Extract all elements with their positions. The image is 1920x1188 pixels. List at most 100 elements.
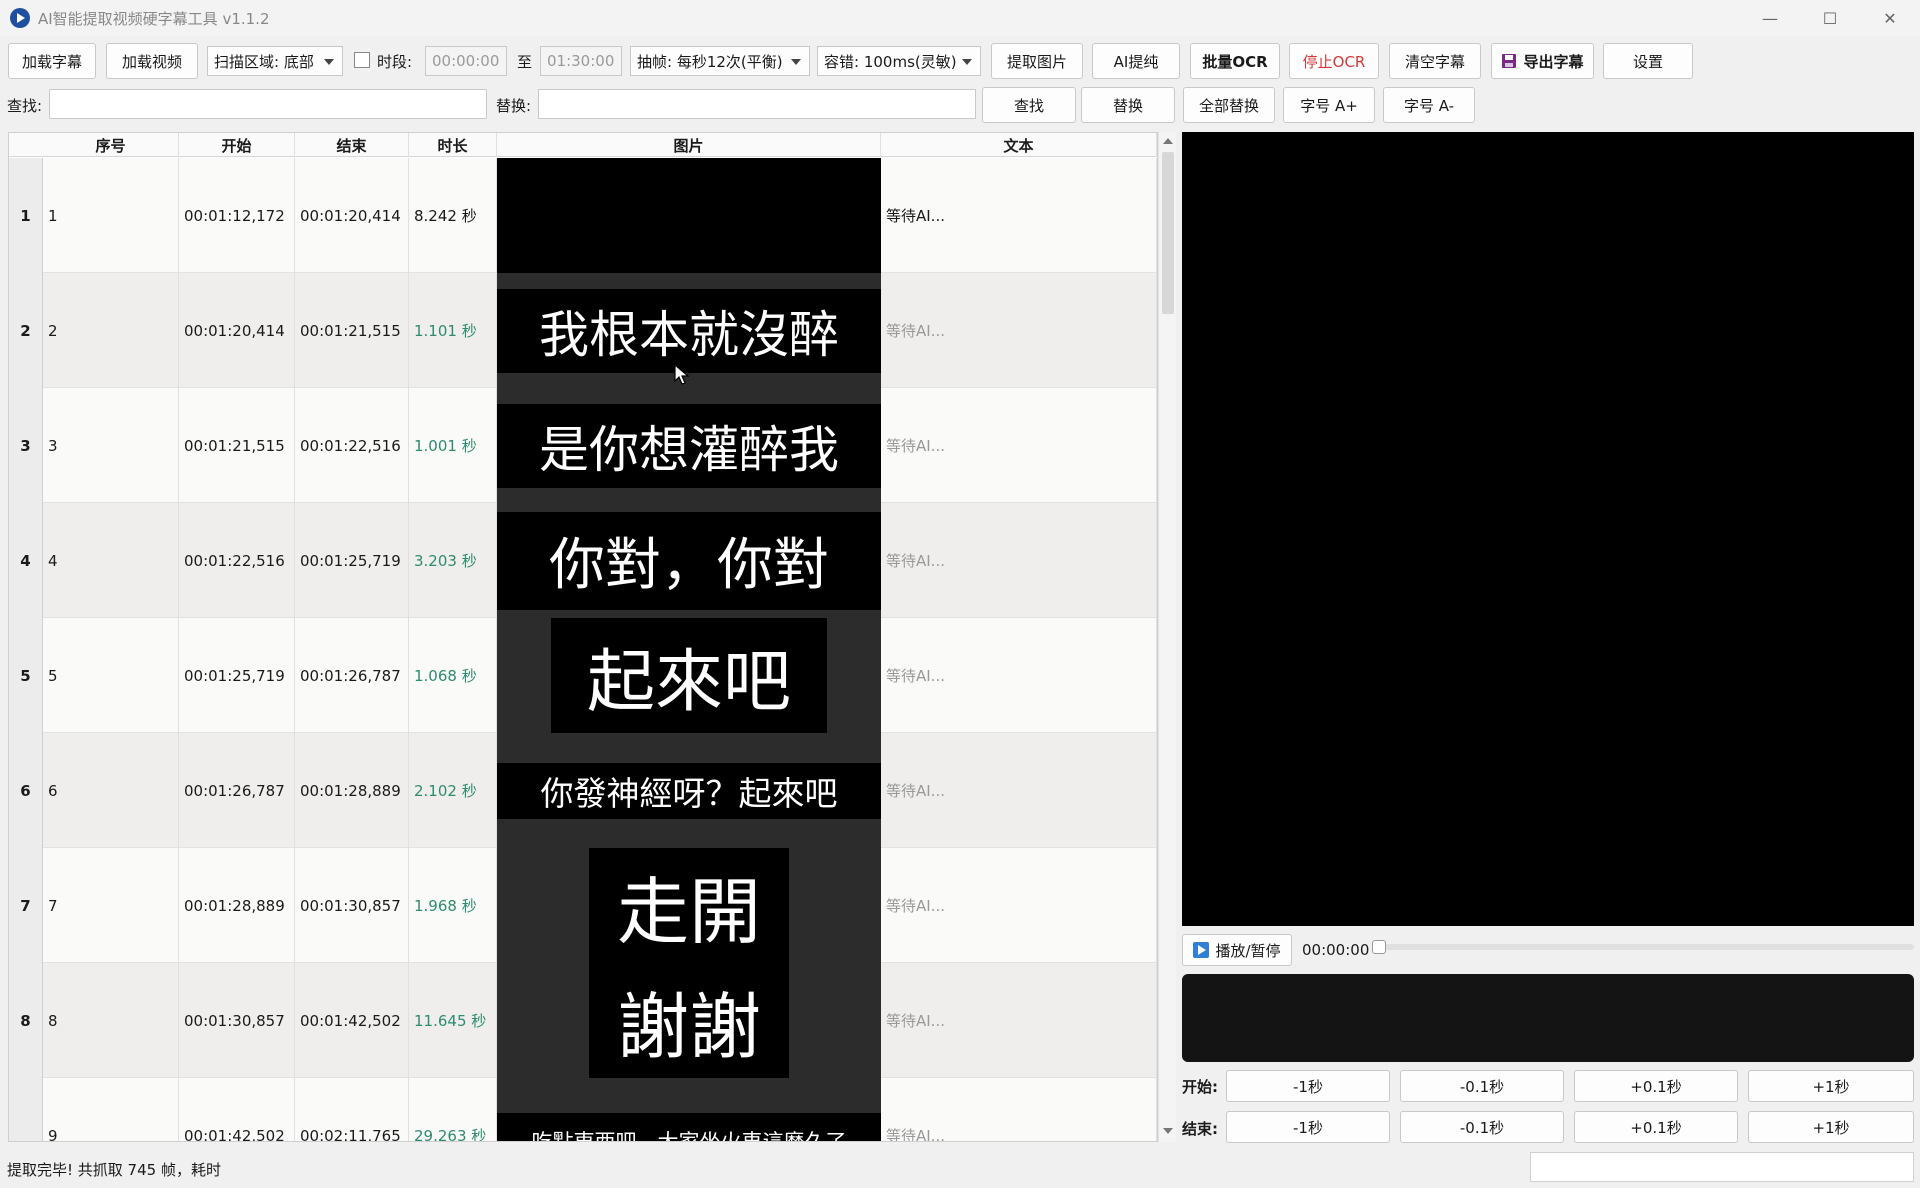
cell-index[interactable]: 9 xyxy=(43,1078,179,1141)
column-header-end[interactable]: 结束 xyxy=(295,133,409,157)
table-row[interactable]: 7 7 00:01:28,889 00:01:30,857 1.968 秒 走開… xyxy=(9,848,1157,963)
row-header[interactable]: 8 xyxy=(9,963,43,1078)
cell-duration[interactable]: 1.068 秒 xyxy=(409,618,497,733)
font-decrease-button[interactable]: 字号 A- xyxy=(1383,87,1475,123)
cell-index[interactable]: 5 xyxy=(43,618,179,733)
batch-ocr-button[interactable]: 批量OCR xyxy=(1190,43,1280,79)
cell-end[interactable]: 00:01:21,515 xyxy=(295,273,409,388)
segment-end-input[interactable]: 01:30:00 xyxy=(540,46,622,76)
export-subtitles-button[interactable]: 导出字幕 xyxy=(1491,43,1594,79)
load-subtitle-button[interactable]: 加载字幕 xyxy=(8,43,96,79)
font-increase-button[interactable]: 字号 A+ xyxy=(1283,87,1375,123)
cell-index[interactable]: 3 xyxy=(43,388,179,503)
cell-text[interactable]: 等待AI... xyxy=(881,503,1157,618)
cell-text[interactable]: 等待AI... xyxy=(881,848,1157,963)
table-row[interactable]: 2 2 00:01:20,414 00:01:21,515 1.101 秒 我根… xyxy=(9,273,1157,388)
ai-refine-button[interactable]: AI提纯 xyxy=(1092,43,1180,79)
playback-slider-thumb[interactable] xyxy=(1372,940,1386,954)
row-header[interactable]: 3 xyxy=(9,388,43,503)
row-header[interactable]: 4 xyxy=(9,503,43,618)
end-plus-1s-button[interactable]: +1秒 xyxy=(1748,1111,1914,1143)
cell-start[interactable]: 00:01:21,515 xyxy=(179,388,295,503)
table-row[interactable]: 3 3 00:01:21,515 00:01:22,516 1.001 秒 是你… xyxy=(9,388,1157,503)
find-button[interactable]: 查找 xyxy=(982,87,1076,123)
table-row[interactable]: 9 9 00:01:42,502 00:02:11,765 29.263 秒 吃… xyxy=(9,1078,1157,1141)
cell-end[interactable]: 00:01:30,857 xyxy=(295,848,409,963)
row-header[interactable]: 9 xyxy=(9,1078,43,1141)
cell-text[interactable]: 等待AI... xyxy=(881,158,1157,273)
scan-area-select[interactable]: 扫描区域: 底部 xyxy=(207,46,343,76)
video-preview[interactable] xyxy=(1182,132,1914,926)
cell-duration[interactable]: 1.101 秒 xyxy=(409,273,497,388)
start-minus-1s-button[interactable]: -1秒 xyxy=(1226,1070,1390,1102)
table-row[interactable]: 8 8 00:01:30,857 00:01:42,502 11.645 秒 謝… xyxy=(9,963,1157,1078)
cell-end[interactable]: 00:01:26,787 xyxy=(295,618,409,733)
column-header-text[interactable]: 文本 xyxy=(881,133,1157,157)
cell-end[interactable]: 00:01:22,516 xyxy=(295,388,409,503)
cell-text[interactable]: 等待AI... xyxy=(881,273,1157,388)
frame-rate-select[interactable]: 抽帧: 每秒12次(平衡) xyxy=(630,46,810,76)
row-header[interactable]: 2 xyxy=(9,273,43,388)
column-header-start[interactable]: 开始 xyxy=(179,133,295,157)
scrollbar-thumb[interactable] xyxy=(1162,152,1174,314)
playback-slider-track[interactable] xyxy=(1374,944,1914,950)
start-minus-0.1s-button[interactable]: -0.1秒 xyxy=(1400,1070,1564,1102)
stop-ocr-button[interactable]: 停止OCR xyxy=(1289,43,1379,79)
minimize-button[interactable]: — xyxy=(1740,0,1800,36)
column-header-image[interactable]: 图片 xyxy=(497,133,881,157)
cell-index[interactable]: 1 xyxy=(43,158,179,273)
cell-end[interactable]: 00:01:42,502 xyxy=(295,963,409,1078)
cell-end[interactable]: 00:01:20,414 xyxy=(295,158,409,273)
cell-start[interactable]: 00:01:30,857 xyxy=(179,963,295,1078)
row-header[interactable]: 5 xyxy=(9,618,43,733)
segment-checkbox[interactable] xyxy=(354,52,370,68)
cell-start[interactable]: 00:01:20,414 xyxy=(179,273,295,388)
cell-start[interactable]: 00:01:12,172 xyxy=(179,158,295,273)
scroll-down-icon[interactable] xyxy=(1163,1128,1173,1134)
cell-duration[interactable]: 3.203 秒 xyxy=(409,503,497,618)
cell-index[interactable]: 2 xyxy=(43,273,179,388)
cell-start[interactable]: 00:01:25,719 xyxy=(179,618,295,733)
row-header[interactable]: 6 xyxy=(9,733,43,848)
column-header-duration[interactable]: 时长 xyxy=(409,133,497,157)
cell-text[interactable]: 等待AI... xyxy=(881,963,1157,1078)
find-input[interactable] xyxy=(49,89,487,119)
cell-duration[interactable]: 29.263 秒 xyxy=(409,1078,497,1141)
close-button[interactable]: ✕ xyxy=(1860,0,1920,36)
replace-input[interactable] xyxy=(538,89,976,119)
table-row[interactable]: 6 6 00:01:26,787 00:01:28,889 2.102 秒 你發… xyxy=(9,733,1157,848)
load-video-button[interactable]: 加载视频 xyxy=(106,43,198,79)
cell-duration[interactable]: 8.242 秒 xyxy=(409,158,497,273)
clear-subtitles-button[interactable]: 清空字幕 xyxy=(1389,43,1481,79)
segment-start-input[interactable]: 00:00:00 xyxy=(425,46,507,76)
cell-text[interactable]: 等待AI... xyxy=(881,733,1157,848)
play-pause-button[interactable]: 播放/暂停 xyxy=(1182,934,1292,966)
cell-duration[interactable]: 1.968 秒 xyxy=(409,848,497,963)
table-row[interactable]: 1 1 00:01:12,172 00:01:20,414 8.242 秒 等待… xyxy=(9,158,1157,273)
end-plus-0.1s-button[interactable]: +0.1秒 xyxy=(1574,1111,1738,1143)
table-row[interactable]: 5 5 00:01:25,719 00:01:26,787 1.068 秒 起來… xyxy=(9,618,1157,733)
cell-start[interactable]: 00:01:42,502 xyxy=(179,1078,295,1141)
cell-duration[interactable]: 2.102 秒 xyxy=(409,733,497,848)
cell-end[interactable]: 00:01:25,719 xyxy=(295,503,409,618)
cell-end[interactable]: 00:02:11,765 xyxy=(295,1078,409,1141)
cell-text[interactable]: 等待AI... xyxy=(881,618,1157,733)
cell-text[interactable]: 等待AI... xyxy=(881,388,1157,503)
maximize-button[interactable]: ☐ xyxy=(1800,0,1860,36)
cell-start[interactable]: 00:01:28,889 xyxy=(179,848,295,963)
end-minus-0.1s-button[interactable]: -0.1秒 xyxy=(1400,1111,1564,1143)
cell-index[interactable]: 6 xyxy=(43,733,179,848)
cell-start[interactable]: 00:01:26,787 xyxy=(179,733,295,848)
settings-button[interactable]: 设置 xyxy=(1603,43,1693,79)
replace-all-button[interactable]: 全部替换 xyxy=(1183,87,1275,123)
cell-duration[interactable]: 1.001 秒 xyxy=(409,388,497,503)
cell-index[interactable]: 4 xyxy=(43,503,179,618)
scroll-up-icon[interactable] xyxy=(1163,138,1173,144)
start-plus-1s-button[interactable]: +1秒 xyxy=(1748,1070,1914,1102)
subtitle-table[interactable]: 序号 开始 结束 时长 图片 文本 1 1 00:01:12,172 00:01… xyxy=(8,132,1158,1142)
end-minus-1s-button[interactable]: -1秒 xyxy=(1226,1111,1390,1143)
cell-end[interactable]: 00:01:28,889 xyxy=(295,733,409,848)
table-row[interactable]: 4 4 00:01:22,516 00:01:25,719 3.203 秒 你對… xyxy=(9,503,1157,618)
row-header[interactable]: 1 xyxy=(9,158,43,273)
cell-text[interactable]: 等待AI... xyxy=(881,1078,1157,1141)
